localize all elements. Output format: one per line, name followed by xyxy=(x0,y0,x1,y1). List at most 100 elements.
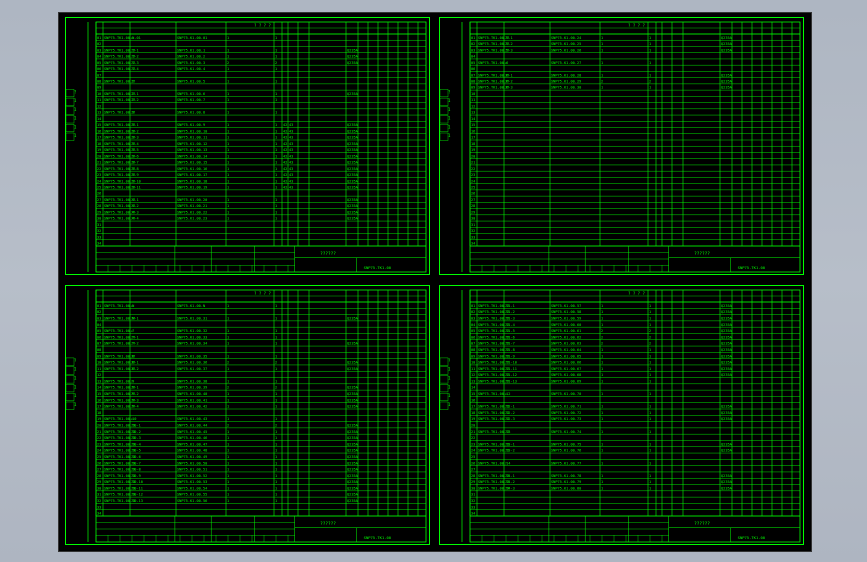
row-number: 12 xyxy=(97,373,101,377)
drawing-ref: SNP75.K1.00.48 xyxy=(177,449,207,453)
cell-value: 2 xyxy=(227,61,229,65)
drawing-ref: SNP75.K1.00.68 xyxy=(551,373,581,377)
cell-value: ?? xyxy=(131,442,135,446)
cell-value: ?? xyxy=(131,423,135,427)
row-number: 24 xyxy=(97,179,101,183)
drawing-ref: SNP75.K1.00.76 xyxy=(551,449,581,453)
row-number: 30 xyxy=(97,217,101,221)
cell-value: ?? xyxy=(131,461,135,465)
cell-value: ?? xyxy=(131,67,135,71)
cell-value: 1 xyxy=(275,398,277,402)
row-number: 29 xyxy=(471,210,475,214)
parts-list-sheet-bottom-left[interactable]: ? ? ? ? 01 SNP75.TK1.00.N ∷ SNP75.K1.00.N 1 1 0… xyxy=(65,285,430,545)
sheet-code: ?????? xyxy=(320,251,336,257)
row-number: 03 xyxy=(471,48,475,52)
cell-value: ?? xyxy=(131,398,135,402)
cell-value: 2 xyxy=(227,361,229,365)
row-number: 27 xyxy=(97,468,101,472)
drawing-ref: SNP75.K1.00.79 xyxy=(551,480,581,484)
row-number: 01 xyxy=(471,304,475,308)
row-number: 28 xyxy=(471,204,475,208)
row-number: 13 xyxy=(97,379,101,383)
drawing-ref: SNP75.K1.00.43 xyxy=(177,417,207,421)
cell-value: 1 xyxy=(649,61,651,65)
cell-value: 1 xyxy=(227,161,229,165)
cell-value: ?? xyxy=(131,392,135,396)
drawing-ref: SNP75.K1.00.77 xyxy=(551,461,581,465)
cell-value: ?? xyxy=(131,386,135,390)
row-number: 25 xyxy=(97,186,101,190)
cell-value: 1 xyxy=(601,316,603,320)
row-number: 04 xyxy=(471,55,475,59)
row-number: 29 xyxy=(97,480,101,484)
cell-value: 1 xyxy=(649,474,651,478)
cell-value: ?? xyxy=(505,474,509,478)
drawing-ref: SNP75.K1.00.36 xyxy=(177,361,207,365)
row-number: 23 xyxy=(97,173,101,177)
cell-value: 42 xyxy=(283,123,287,127)
row-number: 20 xyxy=(97,154,101,158)
material: Q235A xyxy=(347,455,359,459)
cell-value: 1 xyxy=(227,461,229,465)
material: Q235A xyxy=(721,474,733,478)
cell-value: 1 xyxy=(227,173,229,177)
row-number: 20 xyxy=(471,154,475,158)
row-number: 09 xyxy=(97,86,101,90)
row-number: 26 xyxy=(471,461,475,465)
row-number: 30 xyxy=(471,217,475,221)
cell-value: 1 xyxy=(275,142,277,146)
row-number: 10 xyxy=(471,92,475,96)
row-number: 08 xyxy=(97,80,101,84)
cell-value: 1 xyxy=(275,468,277,472)
row-number: 24 xyxy=(471,449,475,453)
cell-value: ?? xyxy=(131,499,135,503)
drawing-ref: SNP75.K1.00.22 xyxy=(177,210,207,214)
row-number: 16 xyxy=(471,398,475,402)
drawing-ref: SNP75.K1.00.69 xyxy=(551,379,581,383)
cell-value: 2 xyxy=(601,342,603,346)
drawing-ref: SNP75.K1.00.71 xyxy=(551,405,581,409)
cell-value: 1 xyxy=(227,329,229,333)
cell-value: 1 xyxy=(275,417,277,421)
parts-list-sheet-bottom-right[interactable]: ? ? ? ? 01 SNP75.TK1.00.11-1?? SNP75.K1.00.… xyxy=(439,285,804,545)
row-number: 27 xyxy=(471,468,475,472)
row-number: 10 xyxy=(471,361,475,365)
cell-value: 2 xyxy=(601,329,603,333)
cell-value: 1 xyxy=(649,48,651,52)
material: Q235A xyxy=(347,442,359,446)
cell-value: 1 xyxy=(275,405,277,409)
drawing-ref: SNP75.K1.00.20 xyxy=(177,198,207,202)
cell-value: 1 xyxy=(275,367,277,371)
cell-value: 1 xyxy=(227,198,229,202)
cad-model-space[interactable]: ? ? ? ? 01 SNP75.TK1.00.N-01 ∷ SNP75.K1.00.0… xyxy=(58,12,812,552)
cell-value: ?? xyxy=(505,310,509,314)
parts-list-sheet-top-left[interactable]: ? ? ? ? 01 SNP75.TK1.00.N-01 ∷ SNP75.K1.00.0… xyxy=(65,17,430,275)
material: Q235A xyxy=(347,405,359,409)
cell-value: ?? xyxy=(131,111,135,115)
cell-value: ?? xyxy=(505,304,509,308)
parts-list-sheet-top-right[interactable]: ? ? ? ? 01 SNP75.TK1.00.5-1?? SNP75.K1.00.2… xyxy=(439,17,804,275)
row-number: 17 xyxy=(471,405,475,409)
material: Q235A xyxy=(721,373,733,377)
cell-value: ∷ xyxy=(131,36,133,40)
drawing-ref: SNP75.K1.00.3 xyxy=(177,61,205,65)
cell-value: 43 xyxy=(289,154,293,158)
cell-value: ?? xyxy=(505,348,509,352)
cell-value: 1 xyxy=(601,461,603,465)
cell-value: ?? xyxy=(131,48,135,52)
cell-value: 1 xyxy=(227,455,229,459)
row-number: 03 xyxy=(97,316,101,320)
drawing-ref: SNP75.K1.00.29 xyxy=(551,80,581,84)
cell-value: 1 xyxy=(227,316,229,320)
material: Q235A xyxy=(721,48,733,52)
cell-value: 1 xyxy=(649,73,651,77)
drawing-ref: SNP75.K1.00.18 xyxy=(177,179,207,183)
drawing-ref: SNP75.K1.00.40 xyxy=(177,392,207,396)
cell-value: 1 xyxy=(275,354,277,358)
cell-value: 2 xyxy=(649,335,651,339)
cell-value: 1 xyxy=(649,42,651,46)
row-number: 33 xyxy=(471,235,475,239)
row-number: 23 xyxy=(471,442,475,446)
row-number: 18 xyxy=(97,411,101,415)
drawing-ref: SNP75.K1.00.27 xyxy=(551,61,581,65)
